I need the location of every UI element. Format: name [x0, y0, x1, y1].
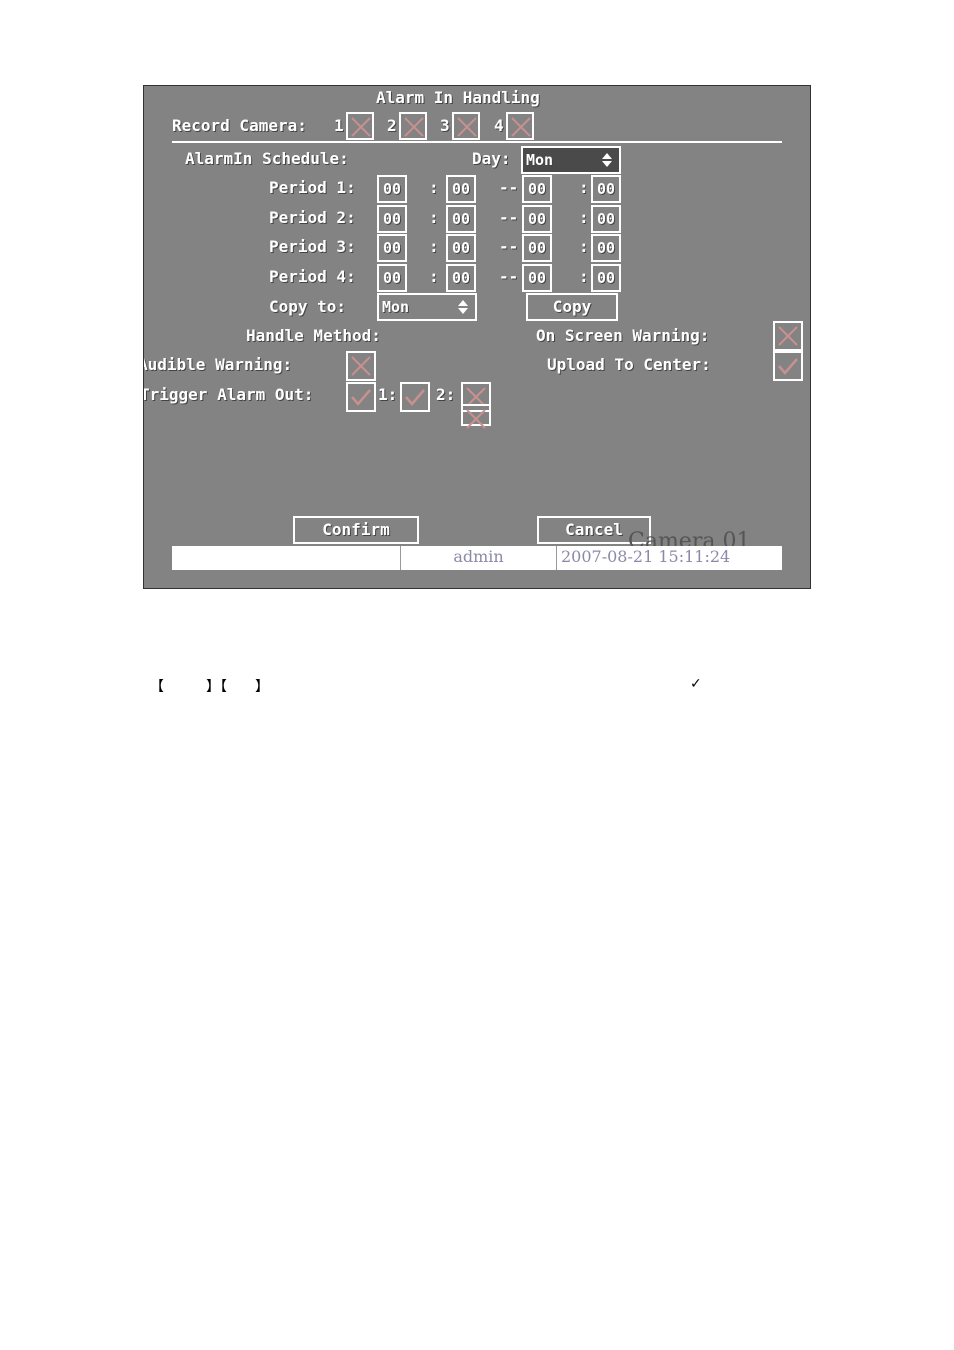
divider [172, 141, 782, 143]
colon-separator: : [579, 178, 589, 197]
colon-separator: : [429, 208, 439, 227]
alarm-out-2-label: 2: [436, 385, 456, 404]
trigger-alarm-out-all-checkbox[interactable] [346, 382, 376, 412]
below-caption: 【 】【 】 ✓ [150, 676, 702, 696]
x-mark-icon [351, 356, 371, 376]
colon-separator: : [579, 237, 589, 256]
record-camera-channel-2-label: 2 [387, 116, 397, 135]
x-mark-icon [466, 409, 486, 429]
record-camera-channel-3-label: 3 [440, 116, 450, 135]
dash-separator: -- [499, 267, 519, 286]
period-3-end-hour[interactable]: 00 [522, 234, 552, 262]
colon-separator: : [429, 237, 439, 256]
period-1-start-hour[interactable]: 00 [377, 175, 407, 203]
period-2-start-minute[interactable]: 00 [446, 205, 476, 233]
up-down-arrows-icon [602, 153, 612, 167]
x-mark-icon [511, 117, 531, 137]
period-3-end-minute[interactable]: 00 [591, 234, 621, 262]
colon-separator: : [579, 208, 589, 227]
upload-to-center-checkbox[interactable] [773, 351, 803, 381]
audible-warning-label: Audible Warning: [144, 355, 293, 374]
alarm-out-2-checkbox-shadow [461, 404, 491, 429]
period-label: Period 3: [269, 237, 356, 256]
period-label: Period 1: [269, 178, 356, 197]
period-label: Period 4: [269, 267, 356, 286]
alarm-out-1-checkbox[interactable] [400, 382, 430, 412]
copy-to-select[interactable]: Mon [377, 293, 477, 321]
record-camera-channel-1-label: 1 [334, 116, 344, 135]
period-1-end-minute[interactable]: 00 [591, 175, 621, 203]
colon-separator: : [429, 178, 439, 197]
record-camera-4-checkbox[interactable] [506, 112, 534, 140]
dash-separator: -- [499, 237, 519, 256]
record-camera-2-checkbox[interactable] [399, 112, 427, 140]
day-label: Day: [472, 149, 511, 168]
check-mark-icon [778, 358, 798, 375]
checkmark-glyph: ✓ [690, 676, 702, 692]
record-camera-1-checkbox[interactable] [346, 112, 374, 140]
audible-warning-checkbox[interactable] [346, 351, 376, 381]
copy-to-label: Copy to: [269, 297, 347, 316]
period-3-start-hour[interactable]: 00 [377, 234, 407, 262]
upload-to-center-label: Upload To Center: [547, 355, 711, 374]
dialog-title: Alarm In Handling [376, 88, 540, 107]
bracket-text: 【 】【 】 [150, 679, 269, 695]
status-bar-empty [172, 546, 400, 570]
x-mark-icon [351, 117, 371, 137]
period-4-start-minute[interactable]: 00 [446, 264, 476, 292]
x-mark-icon [404, 117, 424, 137]
on-screen-warning-label: On Screen Warning: [536, 326, 710, 345]
x-mark-icon [457, 117, 477, 137]
trigger-alarm-out-label: Trigger Alarm Out: [144, 385, 314, 404]
check-mark-icon [351, 389, 371, 406]
period-4-end-hour[interactable]: 00 [522, 264, 552, 292]
alarm-out-1-label: 1: [378, 385, 398, 404]
day-select[interactable]: Mon [521, 146, 621, 174]
period-2-start-hour[interactable]: 00 [377, 205, 407, 233]
colon-separator: : [579, 267, 589, 286]
colon-separator: : [429, 267, 439, 286]
period-4-end-minute[interactable]: 00 [591, 264, 621, 292]
period-3-start-minute[interactable]: 00 [446, 234, 476, 262]
day-select-value: Mon [526, 151, 554, 169]
confirm-button[interactable]: Confirm [293, 516, 419, 544]
period-1-end-hour[interactable]: 00 [522, 175, 552, 203]
dvr-screen: Alarm In Handling Record Camera: 1 2 3 4… [143, 85, 811, 589]
copy-button[interactable]: Copy [526, 293, 618, 321]
record-camera-channel-4-label: 4 [494, 116, 504, 135]
dash-separator: -- [499, 208, 519, 227]
period-4-start-hour[interactable]: 00 [377, 264, 407, 292]
dash-separator: -- [499, 178, 519, 197]
period-2-end-minute[interactable]: 00 [591, 205, 621, 233]
check-mark-icon [405, 389, 425, 406]
record-camera-label: Record Camera: [172, 116, 307, 135]
on-screen-warning-checkbox[interactable] [773, 321, 803, 351]
period-1-start-minute[interactable]: 00 [446, 175, 476, 203]
handle-method-label: Handle Method: [246, 326, 381, 345]
up-down-arrows-icon [458, 300, 468, 314]
alarmin-schedule-label: AlarmIn Schedule: [185, 149, 349, 168]
period-label: Period 2: [269, 208, 356, 227]
record-camera-3-checkbox[interactable] [452, 112, 480, 140]
period-2-end-hour[interactable]: 00 [522, 205, 552, 233]
copy-to-select-value: Mon [382, 298, 410, 316]
status-bar-user: admin [400, 546, 556, 570]
x-mark-icon [778, 326, 798, 346]
status-bar-datetime: 2007-08-21 15:11:24 [556, 546, 782, 570]
